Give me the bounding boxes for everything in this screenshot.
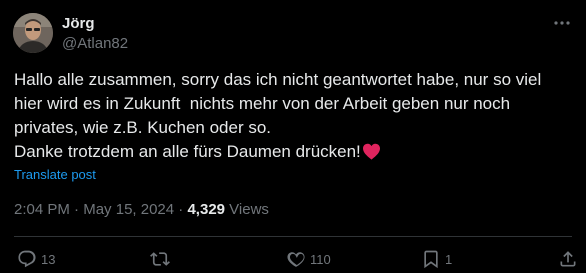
repost-button[interactable] [150,248,174,270]
reply-icon [18,250,36,268]
post-time[interactable]: 2:04 PM [14,201,70,218]
avatar[interactable] [13,13,53,53]
tweet-card: Jörg @Atlan82 Hallo alle zusammen, sorry… [0,0,586,273]
more-dots-icon [554,21,570,25]
meta-separator: · [69,201,84,218]
share-icon [560,251,576,267]
share-button[interactable] [558,248,578,270]
bookmark-icon [424,250,438,269]
tweet-text-line: hier wird es in Zukunft nichts mehr von … [14,94,511,113]
tweet-text: Hallo alle zusammen, sorry das ich nicht… [14,68,574,167]
display-name[interactable]: Jörg [62,14,128,34]
author-names: Jörg @Atlan82 [62,14,128,54]
tweet-text-line-last: Danke trotzdem an alle fürs Daumen drück… [14,140,574,167]
bookmark-button[interactable]: 1 [421,248,452,270]
meta-separator: · [174,201,188,218]
like-button[interactable]: 110 [286,248,331,270]
user-handle[interactable]: @Atlan82 [62,34,128,54]
profile-photo-icon [13,13,53,53]
tweet-text-line: Danke trotzdem an alle fürs Daumen drück… [14,142,361,161]
reply-count: 13 [41,251,56,267]
red-heart-emoji-icon [362,143,381,167]
tweet-text-line: privates, wie z.B. Kuchen oder so. [14,118,272,137]
like-count: 110 [310,251,331,267]
tweet-text-line: Hallo alle zusammen, sorry das ich nicht… [14,70,542,89]
repost-icon [150,252,170,266]
divider [14,236,572,237]
author-header: Jörg @Atlan82 [13,13,128,54]
more-options-button[interactable] [552,13,572,33]
heart-outline-icon [287,252,305,267]
tweet-meta: 2:04 PM · May 15, 2024 · 4,329 Views [14,200,269,220]
reply-button[interactable]: 13 [17,248,55,270]
translate-post-link[interactable]: Translate post [14,167,96,183]
views-label: Views [225,201,269,218]
post-date[interactable]: May 15, 2024 [83,201,174,218]
bookmark-count: 1 [445,251,453,267]
views-count: 4,329 [187,201,226,218]
action-bar: 13 110 1 [14,248,576,270]
